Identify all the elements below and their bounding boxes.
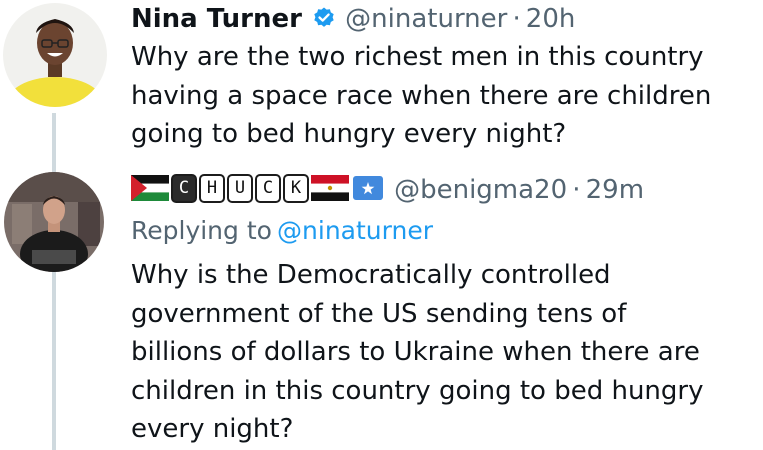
tweet2-header: C H U C K @benigma20 · 29m: [131, 170, 644, 210]
tweet2-text-line: government of the US sending tens of: [131, 298, 627, 329]
replying-to-handle-link[interactable]: @ninaturner: [277, 216, 433, 245]
tweet1-handle[interactable]: @ninaturner: [345, 4, 507, 34]
name-letter: H: [199, 173, 225, 203]
replying-to-label: Replying to: [131, 216, 272, 245]
replying-to: Replying to @ninaturner: [131, 212, 433, 250]
tweet1-separator: ·: [512, 4, 521, 34]
name-letter: C: [171, 173, 197, 203]
tweet1-author-name[interactable]: Nina Turner: [131, 4, 302, 34]
somalia-flag-icon: [353, 176, 383, 200]
tweet2-handle[interactable]: @benigma20: [394, 175, 567, 205]
thread-line: [52, 113, 56, 450]
tweet1-body: Why are the two richest men in this coun…: [131, 38, 711, 154]
avatar-benigma20[interactable]: [4, 172, 104, 272]
verified-badge-icon: [314, 7, 334, 27]
tweet2-text-line: Why is the Democratically controlled: [131, 260, 611, 290]
palestine-flag-icon: [131, 175, 169, 201]
avatar-nina-turner[interactable]: [3, 3, 107, 107]
egypt-flag-icon: [311, 175, 349, 201]
tweet2-text-line: billions of dollars to Ukraine when ther…: [131, 337, 700, 367]
tweet1-text-line: going to bed hungry every night?: [131, 119, 567, 149]
tweet1-text-line: Why are the two richest men in this coun…: [131, 42, 704, 72]
tweet2-timestamp[interactable]: 29m: [586, 175, 644, 205]
name-letter: C: [255, 173, 281, 203]
tweet1-timestamp[interactable]: 20h: [526, 4, 576, 34]
tweet2-text-line: every night?: [131, 414, 294, 444]
tweet2-separator: ·: [572, 175, 581, 205]
tweet2-display-name[interactable]: C H U C K: [131, 173, 383, 203]
tweet2-text-line: children in this country going to bed hu…: [131, 375, 704, 406]
tweet1-header: Nina Turner @ninaturner · 20h: [131, 0, 575, 38]
tweet1-text-line: having a space race when there are child…: [131, 80, 712, 111]
name-letter: K: [283, 173, 309, 203]
tweet2-body: Why is the Democratically controlled gov…: [131, 256, 703, 449]
name-letter: U: [227, 173, 253, 203]
